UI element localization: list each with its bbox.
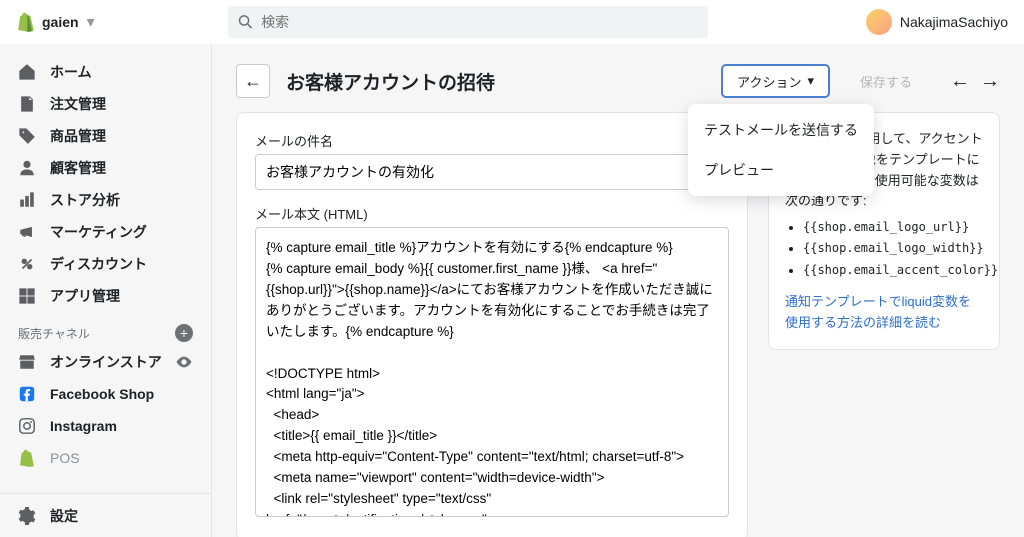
search-box[interactable] [228, 6, 708, 38]
channel-label: Facebook Shop [50, 386, 154, 402]
dropdown-preview[interactable]: プレビュー [688, 150, 874, 190]
tag-icon [18, 127, 36, 145]
liquid-var: {{shop.email_accent_color}} [803, 261, 983, 280]
add-channel-button[interactable]: + [175, 324, 193, 342]
channel-label: Instagram [50, 418, 117, 434]
avatar [866, 9, 892, 35]
nav-label: ストア分析 [50, 190, 120, 210]
body-textarea[interactable] [255, 227, 729, 517]
nav-label: 注文管理 [50, 94, 106, 114]
liquid-var: {{shop.email_logo_width}} [803, 239, 983, 258]
store-switcher[interactable]: gaien ▾ [16, 12, 216, 32]
sidebar: ホーム注文管理商品管理顧客管理ストア分析マーケティングディスカウントアプリ管理 … [0, 44, 212, 537]
home-icon [18, 63, 36, 81]
page-title: お客様アカウントの招待 [286, 68, 705, 95]
person-icon [18, 159, 36, 177]
prev-arrow[interactable]: ← [950, 70, 970, 93]
subject-input[interactable] [255, 154, 729, 190]
user-menu[interactable]: NakajimaSachiyo [866, 9, 1008, 35]
instagram-icon [18, 417, 36, 435]
megaphone-icon [18, 223, 36, 241]
user-name: NakajimaSachiyo [900, 14, 1008, 30]
email-form-card: メールの件名 メール本文 (HTML) [236, 112, 748, 537]
channel-label: POS [50, 450, 80, 466]
main-content: ← お客様アカウントの招待 アクション ▾ 保存する ← → テストメールを送信… [212, 44, 1024, 537]
liquid-help-link[interactable]: 通知テンプレートでliquid変数を使用する方法の詳細を読む [785, 292, 983, 334]
nav-label: アプリ管理 [50, 286, 120, 306]
caret-down-icon: ▾ [807, 73, 814, 89]
nav-label: ホーム [50, 62, 92, 82]
channel-item-pos[interactable]: POS [0, 442, 211, 474]
discount-icon [18, 255, 36, 273]
search-input[interactable] [261, 14, 698, 30]
sidebar-item-home[interactable]: ホーム [8, 56, 203, 88]
apps-icon [18, 287, 36, 305]
store-icon [18, 353, 36, 371]
next-arrow[interactable]: → [980, 70, 1000, 93]
sidebar-item-megaphone[interactable]: マーケティング [8, 216, 203, 248]
sidebar-item-person[interactable]: 顧客管理 [8, 152, 203, 184]
sales-channels-header: 販売チャネル + [0, 316, 211, 346]
eye-icon[interactable] [175, 353, 193, 371]
sidebar-item-discount[interactable]: ディスカウント [8, 248, 203, 280]
sidebar-item-apps[interactable]: アプリ管理 [8, 280, 203, 312]
channel-label: オンラインストア [50, 352, 162, 372]
topbar: gaien ▾ NakajimaSachiyo [0, 0, 1024, 44]
analytics-icon [18, 191, 36, 209]
settings-label: 設定 [50, 506, 78, 526]
chevron-down-icon: ▾ [87, 12, 95, 32]
facebook-icon [18, 385, 36, 403]
liquid-var: {{shop.email_logo_url}} [803, 218, 983, 237]
nav-label: マーケティング [50, 222, 147, 242]
nav-label: 顧客管理 [50, 158, 106, 178]
gear-icon [18, 507, 36, 525]
shopify-logo-icon [16, 12, 34, 32]
sidebar-item-orders[interactable]: 注文管理 [8, 88, 203, 120]
channel-item-facebook[interactable]: Facebook Shop [0, 378, 211, 410]
sidebar-item-settings[interactable]: 設定 [0, 493, 211, 537]
store-name: gaien [42, 14, 79, 30]
pos-icon [18, 449, 36, 467]
subject-label: メールの件名 [255, 131, 729, 150]
actions-dropdown: テストメールを送信する プレビュー [688, 104, 874, 196]
back-button[interactable]: ← [236, 64, 270, 98]
nav-label: 商品管理 [50, 126, 106, 146]
dropdown-send-test[interactable]: テストメールを送信する [688, 110, 874, 150]
actions-button[interactable]: アクション ▾ [721, 64, 830, 98]
nav-label: ディスカウント [50, 254, 147, 274]
body-label: メール本文 (HTML) [255, 204, 729, 223]
search-icon [238, 14, 253, 30]
sidebar-item-tag[interactable]: 商品管理 [8, 120, 203, 152]
channel-item-store[interactable]: オンラインストア [0, 346, 211, 378]
orders-icon [18, 95, 36, 113]
channel-item-instagram[interactable]: Instagram [0, 410, 211, 442]
sidebar-item-analytics[interactable]: ストア分析 [8, 184, 203, 216]
save-button[interactable]: 保存する [846, 64, 926, 98]
